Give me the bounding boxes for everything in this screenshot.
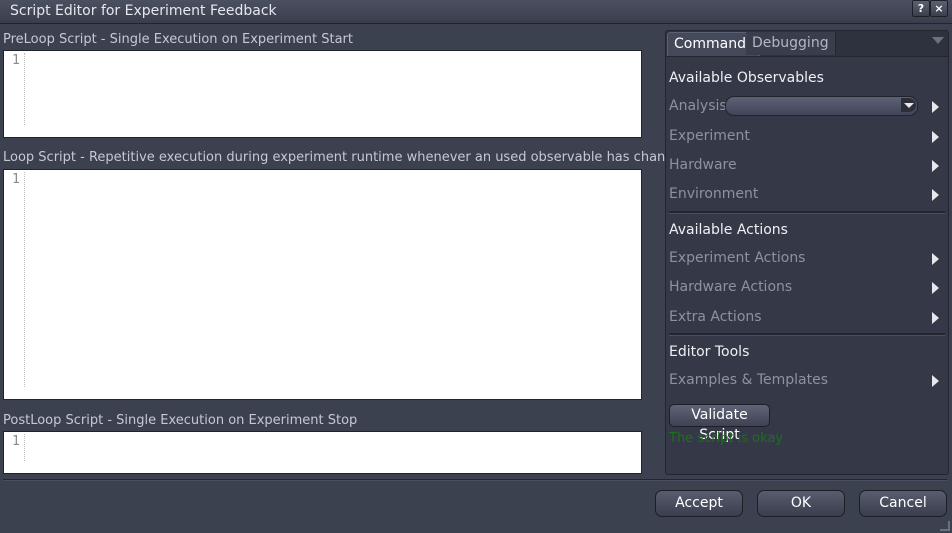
preloop-editor[interactable]: 1 xyxy=(3,50,642,138)
chevron-right-icon[interactable] xyxy=(932,282,939,294)
tab-bar: Commands Debugging xyxy=(666,31,948,57)
action-label: Hardware Actions xyxy=(669,279,793,295)
action-label: Experiment Actions xyxy=(669,250,806,266)
ok-button[interactable]: OK xyxy=(757,490,845,517)
validation-status: The script is okay xyxy=(669,431,784,446)
chevron-right-icon[interactable] xyxy=(932,160,939,172)
observable-environment[interactable]: Environment xyxy=(669,185,945,205)
observable-label: Environment xyxy=(669,186,759,202)
observable-label: Hardware xyxy=(669,157,737,173)
loop-editor[interactable]: 1 xyxy=(3,169,642,400)
analysis-dropdown[interactable] xyxy=(725,96,918,116)
action-label: Extra Actions xyxy=(669,309,762,325)
resize-grip-icon[interactable] xyxy=(940,521,950,531)
tools-label: Examples & Templates xyxy=(669,372,829,388)
actions-heading: Available Actions xyxy=(669,222,788,238)
observable-hardware[interactable]: Hardware xyxy=(669,156,945,176)
postloop-editor[interactable]: 1 xyxy=(3,431,642,474)
section-divider xyxy=(669,211,945,214)
close-button[interactable]: × xyxy=(930,0,948,17)
tab-debugging[interactable]: Debugging xyxy=(746,32,836,55)
footer-divider xyxy=(3,479,947,481)
chevron-right-icon[interactable] xyxy=(932,253,939,265)
chevron-right-icon[interactable] xyxy=(932,131,939,143)
section-divider xyxy=(669,333,945,336)
line-number: 1 xyxy=(12,53,20,68)
tab-menu-arrow-icon[interactable] xyxy=(932,37,944,44)
cancel-button[interactable]: Cancel xyxy=(859,490,947,517)
gutter-divider xyxy=(24,53,25,125)
line-number: 1 xyxy=(12,434,20,449)
chevron-right-icon[interactable] xyxy=(932,101,939,113)
chevron-right-icon[interactable] xyxy=(932,312,939,324)
chevron-right-icon[interactable] xyxy=(932,375,939,387)
action-extra[interactable]: Extra Actions xyxy=(669,308,945,328)
gutter-divider xyxy=(24,434,25,461)
help-button[interactable]: ? xyxy=(912,0,930,17)
line-number: 1 xyxy=(12,172,20,187)
tools-heading: Editor Tools xyxy=(669,344,750,360)
postloop-label: PostLoop Script - Single Execution on Ex… xyxy=(3,413,358,428)
observables-heading: Available Observables xyxy=(669,70,824,86)
loop-label: Loop Script - Repetitive execution durin… xyxy=(3,150,690,165)
observable-experiment[interactable]: Experiment xyxy=(669,127,945,147)
observable-label: Analysis xyxy=(669,98,727,114)
observable-label: Experiment xyxy=(669,128,750,144)
chevron-down-icon[interactable] xyxy=(901,98,916,112)
preloop-label: PreLoop Script - Single Execution on Exp… xyxy=(3,32,353,47)
chevron-right-icon[interactable] xyxy=(932,189,939,201)
observable-analysis[interactable]: Analysis xyxy=(669,96,945,117)
window-title: Script Editor for Experiment Feedback xyxy=(10,3,277,19)
accept-button[interactable]: Accept xyxy=(655,490,743,517)
title-bar: Script Editor for Experiment Feedback ? … xyxy=(0,0,952,24)
examples-templates[interactable]: Examples & Templates xyxy=(669,371,945,391)
action-hardware[interactable]: Hardware Actions xyxy=(669,278,945,298)
commands-panel: Commands Debugging Available Observables… xyxy=(665,30,949,475)
validate-script-button[interactable]: Validate Script xyxy=(669,404,770,443)
action-experiment[interactable]: Experiment Actions xyxy=(669,249,945,269)
gutter-divider xyxy=(24,172,25,387)
